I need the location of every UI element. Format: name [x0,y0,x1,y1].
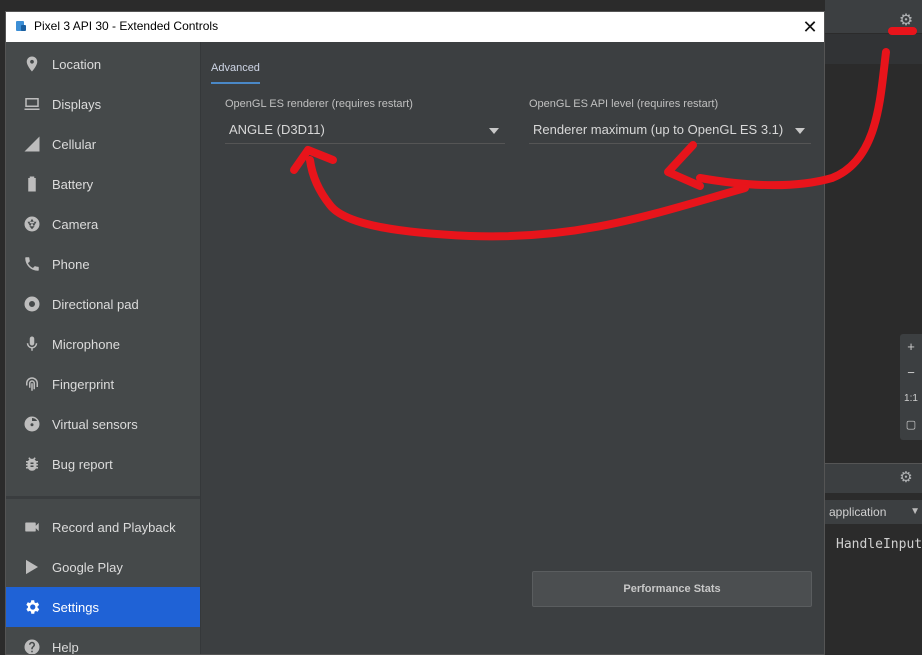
sidebar-item-bug-report[interactable]: Bug report [6,444,200,484]
emulator-settings-gear-icon[interactable]: ⚙ [896,11,916,31]
video-camera-icon [23,518,41,536]
sidebar-item-label: Location [52,56,102,72]
tab-advanced[interactable]: Advanced [211,62,260,74]
ide-top-strip [825,0,922,8]
api-level-select[interactable]: Renderer maximum (up to OpenGL ES 3.1) [529,116,811,144]
logcat-line: HandleInput [836,537,922,552]
zoom-out-button[interactable]: − [900,360,922,386]
microphone-icon [23,335,41,353]
close-button[interactable]: ✕ [796,12,824,42]
fingerprint-icon [23,375,41,393]
cellular-signal-icon [23,135,41,153]
api-level-label: OpenGL ES API level (requires restart) [529,98,719,110]
sidebar-item-microphone[interactable]: Microphone [6,324,200,364]
settings-panel: Advanced OpenGL ES renderer (requires re… [201,42,824,654]
renderer-value: ANGLE (D3D11) [229,122,325,137]
sidebar-item-camera[interactable]: Camera [6,204,200,244]
sidebar-item-label: Bug report [52,456,113,472]
performance-stats-button[interactable]: Performance Stats [532,571,812,607]
sidebar-item-label: Record and Playback [52,519,176,535]
chevron-down-icon: ▼ [910,506,920,517]
sidebar-item-label: Microphone [52,336,120,352]
sidebar-item-record-and-playback[interactable]: Record and Playback [6,507,200,547]
sidebar-item-directional-pad[interactable]: Directional pad [6,284,200,324]
tab-active-indicator [211,82,260,84]
location-pin-icon [23,55,41,73]
sidebar-item-label: Settings [52,599,99,615]
help-icon [23,638,41,654]
sidebar-item-location[interactable]: Location [6,44,200,84]
sidebar-item-cellular[interactable]: Cellular [6,124,200,164]
window-titlebar: Pixel 3 API 30 - Extended Controls ✕ [6,12,824,42]
sidebar-item-label: Displays [52,96,102,112]
emulator-app-icon [16,21,26,31]
sidebar-item-label: Camera [52,216,99,232]
sidebar-divider [6,496,200,499]
logcat-filter-value: application [829,505,887,519]
chevron-down-icon [489,128,499,134]
sidebar-item-label: Phone [52,256,90,272]
zoom-fit-icon[interactable]: ▢ [900,412,922,438]
logcat-settings-gear-icon[interactable]: ⚙ [896,468,916,488]
renderer-select[interactable]: ANGLE (D3D11) [225,116,505,144]
sidebar-item-displays[interactable]: Displays [6,84,200,124]
extended-controls-window: Pixel 3 API 30 - Extended Controls ✕ Loc… [5,11,825,655]
battery-icon [23,175,41,193]
ide-emulator-subbar [825,34,922,64]
virtual-sensors-icon [23,415,41,433]
bug-icon [23,455,41,473]
display-icon [23,95,41,113]
logcat-filter-select[interactable]: application ▼ [825,500,922,524]
gear-icon [23,598,41,616]
api-level-value: Renderer maximum (up to OpenGL ES 3.1) [533,122,784,137]
sidebar-item-settings[interactable]: Settings [6,587,200,627]
sidebar-item-fingerprint[interactable]: Fingerprint [6,364,200,404]
sidebar-item-battery[interactable]: Battery [6,164,200,204]
phone-icon [23,255,41,273]
sidebar-item-phone[interactable]: Phone [6,244,200,284]
camera-aperture-icon [23,215,41,233]
play-store-icon [23,558,41,576]
sidebar-item-label: Directional pad [52,296,139,312]
dpad-icon [23,295,41,313]
zoom-actual-size-button[interactable]: 1:1 [900,386,922,412]
sidebar-item-label: Battery [52,176,94,192]
sidebar-nav: Location Displays Cellular Battery Camer… [6,42,200,655]
sidebar-item-google-play[interactable]: Google Play [6,547,200,587]
sidebar-item-label: Help [52,639,79,655]
sidebar-item-label: Google Play [52,559,123,575]
sidebar-item-label: Cellular [52,136,97,152]
chevron-down-icon [795,128,805,134]
renderer-label: OpenGL ES renderer (requires restart) [225,98,413,110]
sidebar-item-virtual-sensors[interactable]: Virtual sensors [6,404,200,444]
sidebar-item-help[interactable]: Help [6,627,200,655]
zoom-in-button[interactable]: + [900,334,922,360]
zoom-controls: + − 1:1 ▢ [900,334,922,440]
sidebar-item-label: Virtual sensors [52,416,138,432]
window-title: Pixel 3 API 30 - Extended Controls [34,19,219,33]
sidebar-item-label: Fingerprint [52,376,115,392]
